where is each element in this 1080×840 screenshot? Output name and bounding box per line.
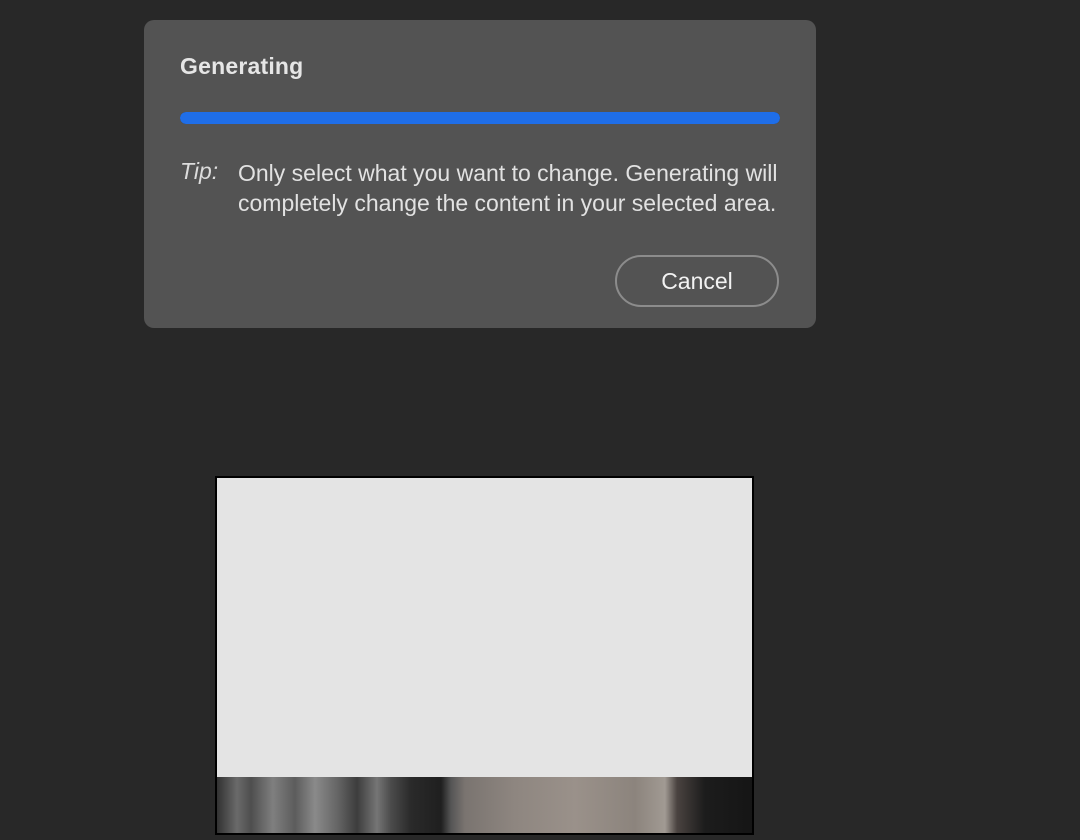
- tip-label: Tip:: [180, 158, 219, 184]
- selection-area[interactable]: [215, 476, 754, 835]
- progress-bar: [180, 112, 780, 124]
- tip-text: Only select what you want to change. Gen…: [238, 160, 778, 216]
- cancel-button[interactable]: Cancel: [615, 255, 779, 307]
- dialog-title: Generating: [180, 53, 304, 79]
- selection-marquee[interactable]: [215, 476, 754, 835]
- canvas-area: Generating Tip: Only select what you wan…: [0, 0, 1080, 840]
- generating-dialog: Generating Tip: Only select what you wan…: [144, 20, 816, 328]
- progress-bar-fill: [180, 112, 780, 124]
